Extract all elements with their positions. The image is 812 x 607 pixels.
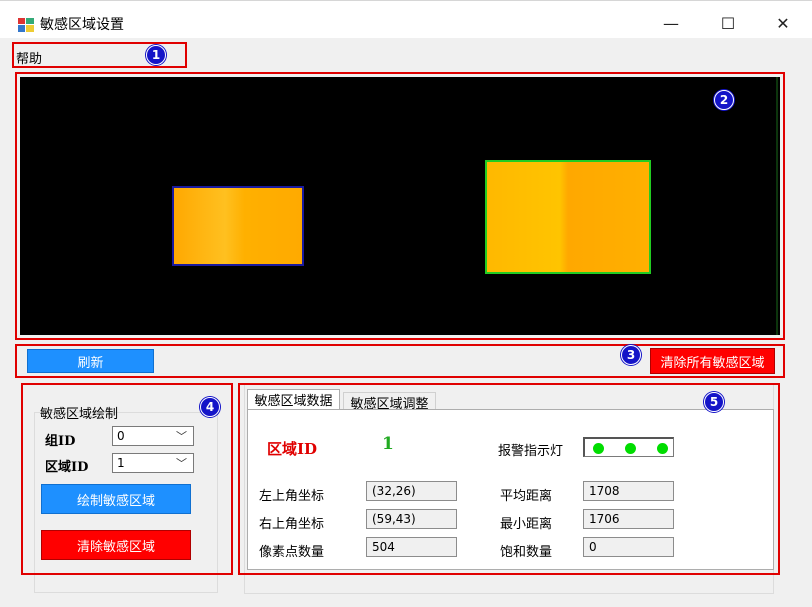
group-id-value: 0 <box>117 429 125 443</box>
preview-canvas <box>172 77 778 335</box>
annotation-badge-3: 3 <box>621 345 641 365</box>
refresh-button[interactable]: 刷新 <box>27 349 154 373</box>
avg-distance-label: 平均距离 <box>500 489 553 504</box>
top-left-coord-field: (32,26) <box>366 481 457 501</box>
region-id-label: 区域ID <box>45 460 89 475</box>
minimize-button[interactable]: — <box>648 9 694 37</box>
sensor-preview[interactable] <box>20 77 780 335</box>
maximize-icon: ☐ <box>720 13 736 33</box>
tab-region-data[interactable]: 敏感区域数据 <box>247 389 340 409</box>
clear-region-button[interactable]: 清除敏感区域 <box>41 530 191 560</box>
region-id-display: 1 <box>382 434 394 454</box>
region-id-select-value: 1 <box>117 456 125 470</box>
group-id-select[interactable]: 0 ﹀ <box>112 426 194 446</box>
alarm-indicator <box>583 437 674 457</box>
annotation-badge-5: 5 <box>704 392 724 412</box>
clear-all-regions-button[interactable]: 清除所有敏感区域 <box>650 348 775 374</box>
close-button[interactable]: ✕ <box>760 9 806 37</box>
annotation-badge-1: 1 <box>146 45 166 65</box>
min-distance-label: 最小距离 <box>500 517 553 532</box>
top-left-coord-label: 左上角坐标 <box>259 489 325 504</box>
group-id-label: 组ID <box>45 434 76 449</box>
window-title: 敏感区域设置 <box>40 17 124 33</box>
top-right-coord-field: (59,43) <box>366 509 457 529</box>
sensitive-region-1 <box>172 186 304 266</box>
saturation-count-field: 0 <box>583 537 674 557</box>
draw-group-title: 敏感区域绘制 <box>40 407 119 422</box>
maximize-button[interactable]: ☐ <box>705 9 751 37</box>
alarm-led-2 <box>625 443 636 454</box>
annotation-badge-4: 4 <box>200 397 220 417</box>
chevron-down-icon: ﹀ <box>176 457 187 470</box>
alarm-indicator-label: 报警指示灯 <box>498 444 564 459</box>
sensitive-region-2 <box>485 160 651 274</box>
app-icon <box>18 18 34 32</box>
minimize-icon: — <box>663 13 679 33</box>
annotation-badge-2: 2 <box>714 90 734 110</box>
alarm-led-1 <box>593 443 604 454</box>
min-distance-field: 1706 <box>583 509 674 529</box>
region-id-select[interactable]: 1 ﹀ <box>112 453 194 473</box>
avg-distance-field: 1708 <box>583 481 674 501</box>
chevron-down-icon: ﹀ <box>176 430 187 443</box>
draw-region-button[interactable]: 绘制敏感区域 <box>41 484 191 514</box>
pixel-count-label: 像素点数量 <box>259 545 325 560</box>
close-icon: ✕ <box>776 13 790 33</box>
saturation-count-label: 饱和数量 <box>500 545 553 560</box>
pixel-count-field: 504 <box>366 537 457 557</box>
region-id-title: 区域ID <box>267 440 318 458</box>
top-right-coord-label: 右上角坐标 <box>259 517 325 532</box>
alarm-led-3 <box>657 443 668 454</box>
